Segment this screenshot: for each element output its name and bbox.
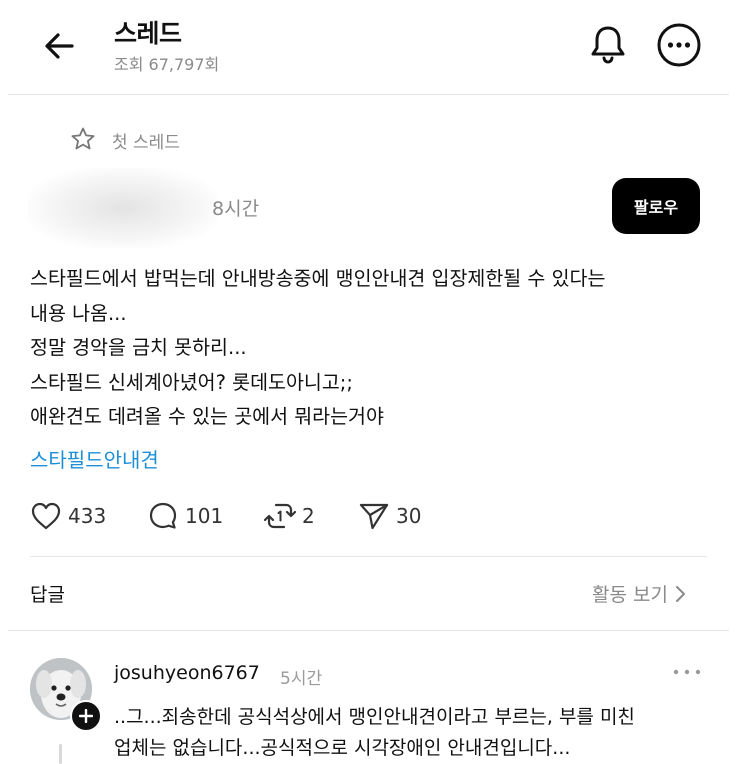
like-count: 433 xyxy=(68,504,107,528)
page-title: 스레드 xyxy=(114,19,182,48)
back-button[interactable] xyxy=(40,26,80,66)
first-thread-label: 첫 스레드 xyxy=(112,133,180,153)
notifications-button[interactable] xyxy=(586,22,630,66)
more-horizontal-icon xyxy=(673,669,701,675)
follow-plus-button[interactable] xyxy=(70,700,102,732)
follow-button[interactable]: 팔로우 xyxy=(612,178,700,234)
more-options-button[interactable] xyxy=(656,22,702,68)
comment-icon xyxy=(149,502,177,529)
arrow-left-icon xyxy=(45,33,74,59)
post-line: 스타필드에서 밥먹는데 안내방송중에 맹인안내견 입장제한될 수 있다는 xyxy=(30,267,606,290)
replies-divider xyxy=(8,630,729,631)
repost-count: 2 xyxy=(302,504,315,528)
comment-button[interactable]: 101 xyxy=(147,498,223,534)
post-line: 내용 나옴... xyxy=(30,301,127,325)
replies-label: 답글 xyxy=(30,584,65,606)
repost-button[interactable]: 2 xyxy=(264,498,315,534)
post-line: 정말 경악을 금치 못하리... xyxy=(30,336,247,359)
post-body: 스타필드에서 밥먹는데 안내방송중에 맹인안내견 입장제한될 수 있다는 내용 … xyxy=(30,262,605,435)
post-line: 애완견도 데려올 수 있는 곳에서 뭐라는거야 xyxy=(30,405,384,428)
reply-more-button[interactable] xyxy=(670,660,704,684)
send-icon xyxy=(359,503,389,530)
header-divider xyxy=(8,94,729,95)
like-button[interactable]: 433 xyxy=(30,498,106,534)
reply-body: ..그...죄송한데 공식석상에서 맹인안내견이라고 부르는, 부를 미친 업체… xyxy=(114,702,635,764)
more-horizontal-icon xyxy=(657,23,701,67)
bell-icon xyxy=(591,26,625,64)
reply-line: 업체는 없습니다...공식적으로 시각장애인 안내견입니다... xyxy=(114,737,571,759)
reply-username[interactable]: josuhyeon6767 xyxy=(114,662,260,684)
heart-icon xyxy=(31,502,61,530)
view-count: 조회 67,797회 xyxy=(114,55,220,74)
post-line: 스타필드 신세계아녔어? 롯데도아니고;; xyxy=(30,370,353,394)
reply-time: 5시간 xyxy=(280,669,323,689)
repost-icon xyxy=(264,503,296,529)
share-button[interactable]: 30 xyxy=(358,498,421,534)
plus-icon xyxy=(79,709,93,723)
share-count: 30 xyxy=(396,504,422,528)
comment-count: 101 xyxy=(185,504,224,528)
actions-divider xyxy=(30,556,707,557)
reply-line: ..그...죄송한데 공식석상에서 맹인안내견이라고 부르는, 부를 미친 xyxy=(114,706,635,728)
thread-connector-line xyxy=(59,744,62,764)
blurred-author xyxy=(28,168,218,248)
chevron-right-icon xyxy=(675,585,685,602)
post-time: 8시간 xyxy=(212,198,260,220)
first-thread-indicator xyxy=(70,126,96,152)
view-activity-button[interactable]: 활동 보기 xyxy=(592,580,688,607)
topic-tag[interactable]: 스타필드안내견 xyxy=(30,444,159,473)
view-activity-label: 활동 보기 xyxy=(592,584,668,606)
star-icon xyxy=(71,127,95,150)
